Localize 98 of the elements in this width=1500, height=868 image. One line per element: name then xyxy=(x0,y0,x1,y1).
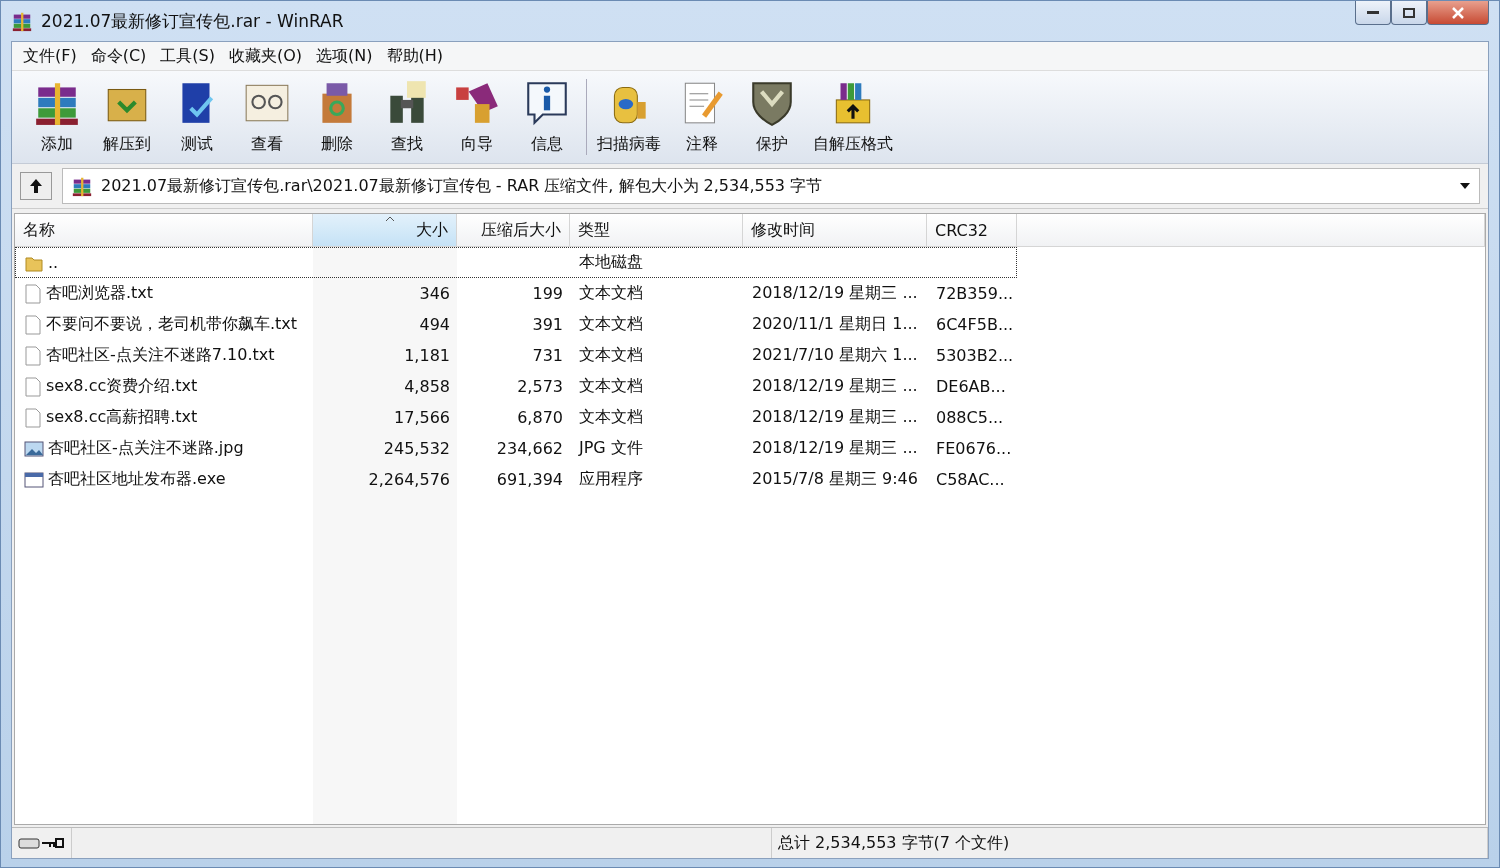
toolbar-button[interactable]: 扫描病毒 xyxy=(591,73,667,161)
file-name: 杏吧社区-点关注不迷路.jpg xyxy=(48,438,244,459)
table-cell-text: 5303B2... xyxy=(935,345,1015,367)
table-cell-text: 346 xyxy=(418,283,451,305)
list-row[interactable]: 杏吧社区-点关注不迷路.jpg 245,532 234,662 JPG 文件 2018/12/19 星期三 ... FE0676... xyxy=(15,433,1017,464)
table-cell-text: 234,662 xyxy=(495,438,564,460)
table-cell-text: 72B359... xyxy=(935,283,1015,305)
maximize-button[interactable] xyxy=(1391,1,1427,25)
table-cell-text: 2018/12/19 星期三 ... xyxy=(751,437,919,459)
table-cell-text: 17,566 xyxy=(393,407,451,429)
drive-key-icon xyxy=(18,836,64,850)
column-header[interactable]: 大小 xyxy=(313,214,457,247)
app-books-icon xyxy=(11,10,33,32)
table-cell-text: 199 xyxy=(531,283,564,305)
dropdown-caret-icon[interactable] xyxy=(1459,182,1471,190)
menu-item[interactable]: 命令(C) xyxy=(85,43,152,69)
file-name: .. xyxy=(48,253,59,272)
table-cell-text: 245,532 xyxy=(382,438,451,460)
menu-item[interactable]: 帮助(H) xyxy=(381,43,449,69)
table-cell-text: 2,264,576 xyxy=(367,469,451,491)
file-name: sex8.cc资费介绍.txt xyxy=(46,376,198,397)
up-arrow-icon xyxy=(27,177,45,195)
table-cell-text: 2021/7/10 星期六 1... xyxy=(751,344,919,366)
table-cell-text: 本地磁盘 xyxy=(578,251,644,273)
toolbar-button[interactable]: 添加 xyxy=(22,73,92,161)
file-name: 不要问不要说，老司机带你飙车.txt xyxy=(46,314,298,335)
table-cell-text: 494 xyxy=(418,314,451,336)
table-cell-text: 2,573 xyxy=(516,376,564,398)
file-name: sex8.cc高薪招聘.txt xyxy=(46,407,198,428)
document-icon xyxy=(24,376,42,397)
list-row[interactable]: .. 本地磁盘 xyxy=(15,247,1017,278)
table-cell-text: JPG 文件 xyxy=(577,437,644,459)
list-row[interactable]: 杏吧社区地址发布器.exe 2,264,576 691,394 应用程序 2015/7/8 星期三 9:46 C58AC... xyxy=(15,464,1017,495)
table-cell-text: 文本文档 xyxy=(578,375,644,397)
window-title: 2021.07最新修订宣传包.rar - WinRAR xyxy=(41,9,344,33)
column-header[interactable]: 类型 xyxy=(570,214,743,247)
column-header[interactable]: 修改时间 xyxy=(743,214,927,247)
table-cell-text: 文本文档 xyxy=(578,406,644,428)
menu-item[interactable]: 文件(F) xyxy=(18,43,82,69)
table-cell-text: 1,181 xyxy=(403,345,451,367)
minimize-icon xyxy=(1367,10,1379,15)
toolbar-button[interactable]: 向导 xyxy=(442,73,512,161)
close-icon xyxy=(1451,6,1465,19)
file-name: 杏吧社区-点关注不迷路7.10.txt xyxy=(46,345,275,366)
document-icon xyxy=(24,314,42,335)
table-cell-text: DE6AB... xyxy=(935,376,1007,398)
column-header[interactable]: 名称 xyxy=(15,214,313,247)
table-cell-text: 2015/7/8 星期三 9:46 xyxy=(751,468,919,490)
minimize-button[interactable] xyxy=(1355,1,1391,25)
archive-books-icon xyxy=(71,175,93,197)
document-icon xyxy=(24,407,42,428)
table-cell-text: FE0676... xyxy=(935,438,1013,460)
table-cell-text: 2018/12/19 星期三 ... xyxy=(751,282,919,304)
list-row[interactable]: 杏吧浏览器.txt 346 199 文本文档 2018/12/19 星期三 ... 72B359... xyxy=(15,278,1017,309)
toolbar-button[interactable]: 自解压格式 xyxy=(807,73,899,161)
table-cell-text: 文本文档 xyxy=(578,313,644,335)
document-icon xyxy=(24,283,42,304)
list-row[interactable]: 杏吧社区-点关注不迷路7.10.txt 1,181 731 文本文档 2021/7/10 星期六 1... 5303B2... xyxy=(15,340,1017,371)
list-row[interactable]: 不要问不要说，老司机带你飙车.txt 494 391 文本文档 2020/11/1 星期日 1... 6C4F5B... xyxy=(15,309,1017,340)
menu-item[interactable]: 工具(S) xyxy=(155,43,220,69)
table-cell-text: 文本文档 xyxy=(578,282,644,304)
column-header[interactable]: CRC32 xyxy=(927,214,1017,247)
toolbar-button[interactable]: 保护 xyxy=(737,73,807,161)
table-cell-text: 691,394 xyxy=(495,469,564,491)
menu-item[interactable]: 选项(N) xyxy=(311,43,378,69)
table-cell-text: 391 xyxy=(531,314,564,336)
table-cell-text: C58AC... xyxy=(935,469,1006,491)
table-cell-text: 应用程序 xyxy=(578,468,644,490)
image-file-icon xyxy=(24,439,44,458)
toolbar-button[interactable]: 查看 xyxy=(232,73,302,161)
table-cell-text: 4,858 xyxy=(403,376,451,398)
file-name: 杏吧浏览器.txt xyxy=(46,283,154,304)
toolbar-button[interactable]: 解压到 xyxy=(92,73,162,161)
status-total: 总计 2,534,553 字节(7 个文件) xyxy=(778,832,1010,854)
table-cell-text: 2018/12/19 星期三 ... xyxy=(751,375,919,397)
table-cell-text: 2018/12/19 星期三 ... xyxy=(751,406,919,428)
table-cell-text: 6C4F5B... xyxy=(935,314,1015,336)
toolbar-button[interactable]: 删除 xyxy=(302,73,372,161)
maximize-icon xyxy=(1403,7,1415,18)
table-cell-text: 6,870 xyxy=(516,407,564,429)
table-cell-text: 2020/11/1 星期日 1... xyxy=(751,313,919,335)
menu-item[interactable]: 收藏夹(O) xyxy=(224,43,308,69)
up-folder-button[interactable] xyxy=(20,172,52,200)
table-cell-text: 731 xyxy=(531,345,564,367)
toolbar-button[interactable]: 查找 xyxy=(372,73,442,161)
toolbar-button[interactable]: 信息 xyxy=(512,73,582,161)
address-bar[interactable]: 2021.07最新修订宣传包.rar\2021.07最新修订宣传包 - RAR 压缩文件, 解包大小为 2,534,553 字节 xyxy=(62,168,1480,204)
document-icon xyxy=(24,345,42,366)
table-cell-text: 文本文档 xyxy=(578,344,644,366)
toolbar-button[interactable]: 测试 xyxy=(162,73,232,161)
toolbar-button[interactable]: 注释 xyxy=(667,73,737,161)
table-cell-text: 088C5... xyxy=(935,407,1005,429)
list-row[interactable]: sex8.cc高薪招聘.txt 17,566 6,870 文本文档 2018/12/19 星期三 ... 088C5... xyxy=(15,402,1017,433)
close-button[interactable] xyxy=(1427,1,1489,25)
window-app-icon xyxy=(24,470,44,489)
list-row[interactable]: sex8.cc资费介绍.txt 4,858 2,573 文本文档 2018/12/19 星期三 ... DE6AB... xyxy=(15,371,1017,402)
column-header[interactable]: 压缩后大小 xyxy=(457,214,570,247)
file-name: 杏吧社区地址发布器.exe xyxy=(48,469,226,490)
